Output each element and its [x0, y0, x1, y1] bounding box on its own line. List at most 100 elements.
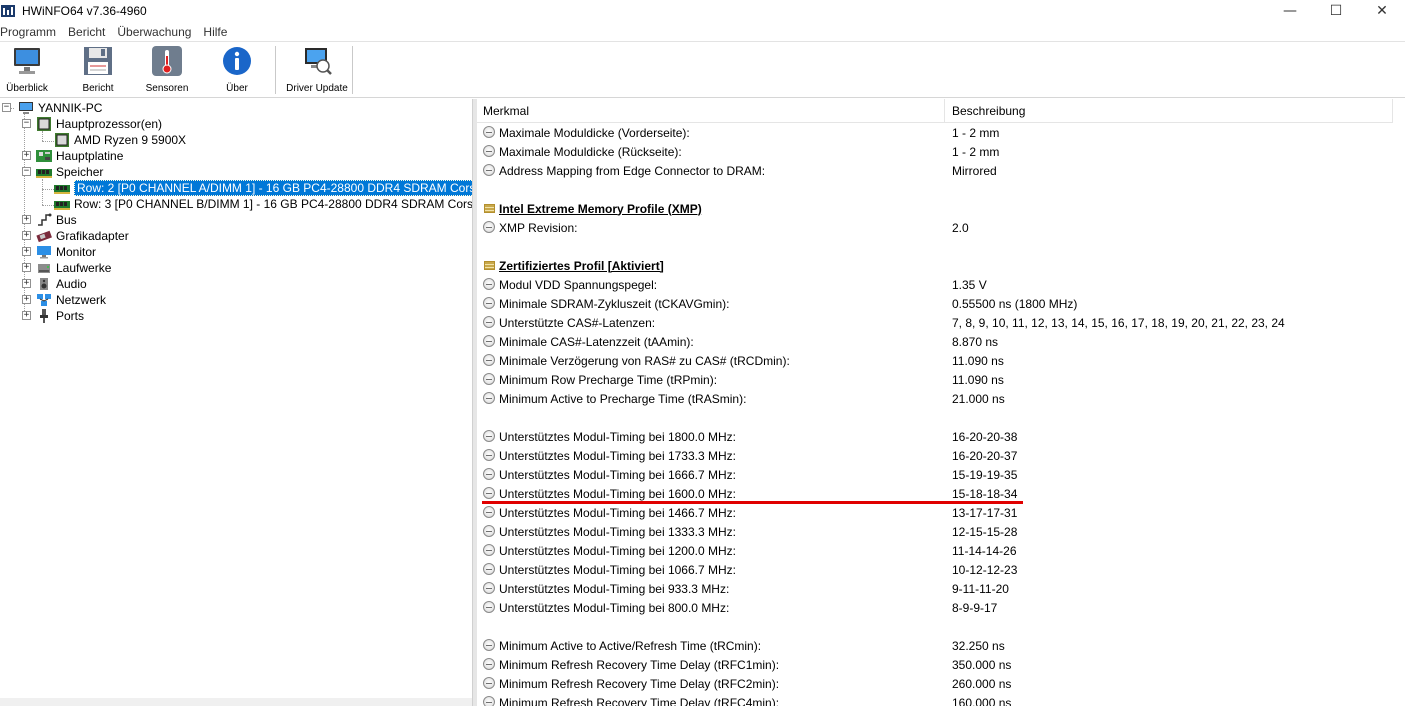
- tree-expander[interactable]: +: [22, 311, 31, 320]
- tree-expander[interactable]: +: [22, 247, 31, 256]
- tree-item[interactable]: YANNIK-PC: [18, 100, 102, 116]
- tree-item-label: Hauptplatine: [56, 149, 124, 163]
- property-name: Unterstütztes Modul-Timing bei 800.0 MHz…: [499, 600, 730, 615]
- property-name: Minimum Refresh Recovery Time Delay (tRF…: [499, 676, 780, 691]
- menu-programm[interactable]: Programm: [0, 25, 68, 39]
- property-value: 10-12-12-23: [952, 562, 1018, 577]
- tree-item[interactable]: Row: 3 [P0 CHANNEL B/DIMM 1] - 16 GB PC4…: [54, 196, 472, 212]
- property-bullet-icon: [483, 658, 495, 670]
- driver-update-button[interactable]: Driver Update: [283, 43, 351, 97]
- tree-expander[interactable]: +: [22, 263, 31, 272]
- property-row[interactable]: Modul VDD Spannungspegel: 1.35 V: [477, 275, 1397, 294]
- monitor-icon: [14, 48, 40, 74]
- about-label: Über: [226, 83, 248, 94]
- tree-item[interactable]: Ports: [36, 308, 84, 324]
- property-row[interactable]: Minimum Row Precharge Time (tRPmin): 11.0…: [477, 370, 1397, 389]
- tree-item[interactable]: Netzwerk: [36, 292, 106, 308]
- tree-item[interactable]: Audio: [36, 276, 87, 292]
- property-name: Maximale Moduldicke (Vorderseite):: [499, 125, 690, 140]
- section-header-row[interactable]: Intel Extreme Memory Profile (XMP): [477, 199, 1397, 218]
- column-header-feature[interactable]: Merkmal: [477, 99, 945, 123]
- tree-expander[interactable]: +: [22, 231, 31, 240]
- tree-expander[interactable]: −: [22, 119, 31, 128]
- property-row[interactable]: Minimum Refresh Recovery Time Delay (tRF…: [477, 655, 1397, 674]
- menu-bericht[interactable]: Bericht: [68, 25, 117, 39]
- tree-item[interactable]: Monitor: [36, 244, 96, 260]
- property-row[interactable]: Unterstütztes Modul-Timing bei 1666.7 MH…: [477, 465, 1397, 484]
- property-row[interactable]: Minimum Refresh Recovery Time Delay (tRF…: [477, 674, 1397, 693]
- column-header-description[interactable]: Beschreibung: [945, 99, 1393, 123]
- driver-update-label: Driver Update: [286, 83, 348, 94]
- tree-expander[interactable]: −: [22, 167, 31, 176]
- tree-item[interactable]: Laufwerke: [36, 260, 111, 276]
- tree-guide-line: [42, 179, 43, 205]
- minimize-button[interactable]: —: [1267, 0, 1313, 22]
- tree-expander[interactable]: +: [22, 279, 31, 288]
- property-value: 2.0: [952, 220, 969, 235]
- property-value: 32.250 ns: [952, 638, 1005, 653]
- tree-guide-line: [42, 205, 54, 206]
- property-name: Minimum Row Precharge Time (tRPmin):: [499, 372, 718, 387]
- tree-expander[interactable]: +: [22, 295, 31, 304]
- tree-expander[interactable]: −: [2, 103, 11, 112]
- sensors-label: Sensoren: [145, 83, 189, 94]
- overview-button[interactable]: Überblick: [4, 43, 50, 97]
- property-row[interactable]: Unterstütztes Modul-Timing bei 1200.0 MH…: [477, 541, 1397, 560]
- title-bar: HWiNFO64 v7.36-4960 — ☐ ✕: [0, 0, 1405, 22]
- property-bullet-icon: [483, 145, 495, 157]
- property-row[interactable]: Address Mapping from Edge Connector to D…: [477, 161, 1397, 180]
- property-row[interactable]: XMP Revision: 2.0: [477, 218, 1397, 237]
- property-row[interactable]: Unterstütztes Modul-Timing bei 800.0 MHz…: [477, 598, 1397, 617]
- tree-item[interactable]: Grafikadapter: [36, 228, 129, 244]
- property-row[interactable]: Unterstütztes Modul-Timing bei 1733.3 MH…: [477, 446, 1397, 465]
- property-row[interactable]: Unterstütztes Modul-Timing bei 1066.7 MH…: [477, 560, 1397, 579]
- property-row[interactable]: Minimum Refresh Recovery Time Delay (tRF…: [477, 693, 1397, 706]
- property-value: 13-17-17-31: [952, 505, 1018, 520]
- property-name: Unterstütztes Modul-Timing bei 1200.0 MH…: [499, 543, 736, 558]
- report-label: Bericht: [82, 83, 114, 94]
- tree-expander[interactable]: +: [22, 215, 31, 224]
- about-button[interactable]: Über: [216, 43, 258, 97]
- sensors-button[interactable]: Sensoren: [143, 43, 191, 97]
- property-row[interactable]: Unterstütztes Modul-Timing bei 933.3 MHz…: [477, 579, 1397, 598]
- property-row[interactable]: Unterstützte CAS#-Latenzen: 7, 8, 9, 10, …: [477, 313, 1397, 332]
- close-button[interactable]: ✕: [1359, 0, 1405, 22]
- property-name: Unterstütztes Modul-Timing bei 933.3 MHz…: [499, 581, 730, 596]
- tree-horizontal-scrollbar[interactable]: [0, 698, 472, 706]
- property-row[interactable]: Unterstütztes Modul-Timing bei 1800.0 MH…: [477, 427, 1397, 446]
- tree-item[interactable]: Hauptplatine: [36, 148, 123, 164]
- property-value: 160.000 ns: [952, 695, 1012, 706]
- property-row[interactable]: Minimale CAS#-Latenzzeit (tAAmin): 8.870 …: [477, 332, 1397, 351]
- tree-item[interactable]: Row: 2 [P0 CHANNEL A/DIMM 1] - 16 GB PC4…: [54, 180, 472, 196]
- property-row[interactable]: Unterstütztes Modul-Timing bei 1333.3 MH…: [477, 522, 1397, 541]
- property-row[interactable]: Minimum Active to Active/Refresh Time (t…: [477, 636, 1397, 655]
- property-value: 1.35 V: [952, 277, 987, 292]
- report-button[interactable]: Bericht: [75, 43, 121, 97]
- property-bullet-icon: [483, 544, 495, 556]
- property-bullet-icon: [483, 164, 495, 176]
- menu-hilfe[interactable]: Hilfe: [203, 25, 239, 39]
- property-bullet-icon: [483, 392, 495, 404]
- property-name: Unterstützte CAS#-Latenzen:: [499, 315, 656, 330]
- property-row[interactable]: Minimum Active to Precharge Time (tRASmi…: [477, 389, 1397, 408]
- property-row[interactable]: Maximale Moduldicke (Vorderseite): 1 - 2 …: [477, 123, 1397, 142]
- toolbar-separator: [352, 46, 353, 94]
- tree-item[interactable]: Hauptprozessor(en): [36, 116, 162, 132]
- property-row[interactable]: Unterstütztes Modul-Timing bei 1466.7 MH…: [477, 503, 1397, 522]
- property-value: 8-9-9-17: [952, 600, 998, 615]
- tree-item[interactable]: Speicher: [36, 164, 103, 180]
- property-row[interactable]: Minimale Verzögerung von RAS# zu CAS# (t…: [477, 351, 1397, 370]
- tree-item[interactable]: AMD Ryzen 9 5900X: [54, 132, 186, 148]
- menu-ueberwachung[interactable]: Überwachung: [117, 25, 203, 39]
- property-name: Minimum Active to Precharge Time (tRASmi…: [499, 391, 747, 406]
- property-bullet-icon: [483, 525, 495, 537]
- maximize-button[interactable]: ☐: [1313, 0, 1359, 22]
- property-row[interactable]: Maximale Moduldicke (Rückseite): 1 - 2 mm: [477, 142, 1397, 161]
- property-row[interactable]: Minimale SDRAM-Zykluszeit (tCKAVGmin): 0.…: [477, 294, 1397, 313]
- tree-item-label: Ports: [56, 309, 85, 323]
- property-bullet-icon: [483, 677, 495, 689]
- tree-item[interactable]: Bus: [36, 212, 77, 228]
- tree-expander[interactable]: +: [22, 151, 31, 160]
- section-header-row[interactable]: Zertifiziertes Profil [Aktiviert]: [477, 256, 1397, 275]
- property-value: 15-18-18-34: [952, 486, 1018, 501]
